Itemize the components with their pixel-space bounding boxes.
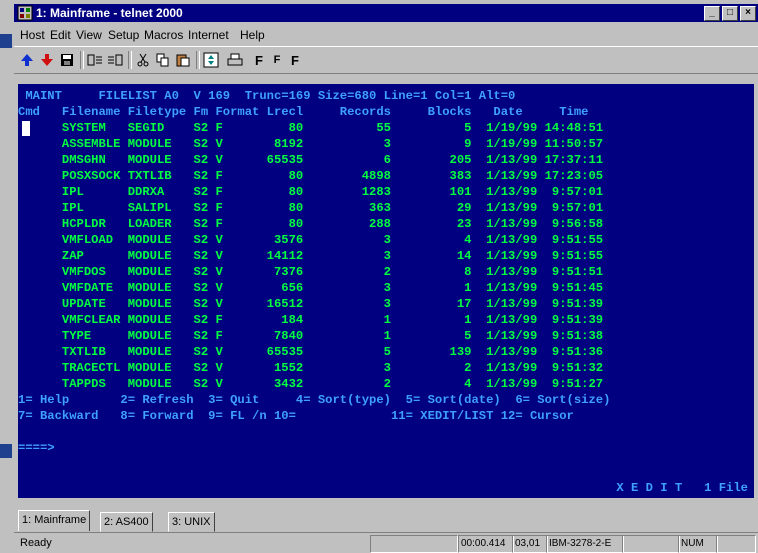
title-bar[interactable]: 1: Mainframe - telnet 2000 _ □ × [14,4,758,22]
menu-help[interactable]: Help [240,28,265,42]
command-line[interactable]: ====> [18,440,754,456]
copy-icon[interactable] [154,51,172,69]
print-icon[interactable] [226,51,244,69]
file-row[interactable]: IPL SALIPL S2 F 80 363 29 1/13/99 9:57:0… [18,200,754,216]
status-elapsed: 00:00.414 [458,535,514,553]
desktop-window-edge [0,34,12,48]
session-tabs: 1: Mainframe 2: AS400 3: UNIX [14,510,758,533]
desktop-edge [0,0,14,553]
telnet-window: 1: Mainframe - telnet 2000 _ □ × Host Ed… [14,0,758,553]
menu-edit[interactable]: Edit [50,28,71,42]
menu-view[interactable]: View [76,28,102,42]
status-extra [716,535,756,553]
file-row[interactable]: HCPLDR LOADER S2 F 80 288 23 1/13/99 9:5… [18,216,754,232]
menu-host[interactable]: Host [20,28,45,42]
minimize-button[interactable]: _ [704,6,720,21]
window-title: 1: Mainframe - telnet 2000 [36,6,183,20]
menu-bar: Host Edit View Setup Macros Internet Hel… [14,24,758,44]
file-row[interactable]: TXTLIB MODULE S2 V 65535 5 139 1/13/99 9… [18,344,754,360]
file-row[interactable]: TRACECTL MODULE S2 V 1552 3 2 1/13/99 9:… [18,360,754,376]
font-button-small[interactable]: F [286,51,304,69]
status-terminal-type: IBM-3278-2-E [546,535,624,553]
column-headers: Cmd Filename Filetype Fm Format Lrecl Re… [18,105,589,119]
file-row[interactable]: VMFLOAD MODULE S2 V 3576 3 4 1/13/99 9:5… [18,232,754,248]
app-icon [17,5,33,21]
paste-icon[interactable] [174,51,192,69]
tab-unix[interactable]: 3: UNIX [168,512,215,532]
arrow-down-icon[interactable] [38,51,56,69]
toolbar-separator [80,51,84,69]
font-button-medium[interactable]: F [268,51,286,69]
file-row[interactable]: SYSTEM SEGID S2 F 80 55 5 1/19/99 14:48:… [18,120,754,136]
pf-keys-line-2: 7= Backward 8= Forward 9= FL /n 10= 11= … [18,409,574,423]
status-bar: Ready 00:00.414 03,01 IBM-3278-2-E NUM [14,534,758,553]
status-ready: Ready [20,537,52,549]
arrow-up-icon[interactable] [18,51,36,69]
zoom-icon[interactable] [202,51,220,69]
file-row[interactable]: DMSGHN MODULE S2 V 65535 6 205 1/13/99 1… [18,152,754,168]
xedit-status: X E D I T 1 File [616,481,748,495]
receive-file-icon[interactable] [106,51,124,69]
file-row[interactable]: TAPPDS MODULE S2 V 3432 2 4 1/13/99 9:51… [18,376,754,392]
file-row[interactable]: ZAP MODULE S2 V 14112 3 14 1/13/99 9:51:… [18,248,754,264]
toolbar: F F F [14,46,758,74]
status-blank [622,535,680,553]
file-row[interactable]: TYPE MODULE S2 F 7840 1 5 1/13/99 9:51:3… [18,328,754,344]
filelist-header: MAINT FILELIST A0 V 169 Trunc=169 Size=6… [18,89,516,103]
file-row[interactable]: POSXSOCK TXTLIB S2 F 80 4898 383 1/13/99… [18,168,754,184]
font-button-large[interactable]: F [250,51,268,69]
status-num: NUM [678,535,718,553]
file-row[interactable]: UPDATE MODULE S2 V 16512 3 17 1/13/99 9:… [18,296,754,312]
maximize-button[interactable]: □ [722,6,738,21]
desktop-window-edge [0,444,12,458]
terminal-screen[interactable]: MAINT FILELIST A0 V 169 Trunc=169 Size=6… [18,84,754,498]
pf-keys-line-1: 1= Help 2= Refresh 3= Quit 4= Sort(type)… [18,393,611,407]
close-button[interactable]: × [740,6,756,21]
save-icon[interactable] [58,51,76,69]
tab-mainframe[interactable]: 1: Mainframe [18,510,91,531]
file-row[interactable]: IPL DDRXA S2 F 80 1283 101 1/13/99 9:57:… [18,184,754,200]
file-row[interactable]: ASSEMBLE MODULE S2 V 8192 3 9 1/19/99 11… [18,136,754,152]
tab-as400[interactable]: 2: AS400 [100,512,153,532]
toolbar-separator [196,51,200,69]
status-empty-pane [370,535,458,553]
cut-icon[interactable] [134,51,152,69]
send-file-icon[interactable] [86,51,104,69]
menu-internet[interactable]: Internet [188,28,229,42]
file-row[interactable]: VMFDATE MODULE S2 V 656 3 1 1/13/99 9:51… [18,280,754,296]
file-row[interactable]: VMFDOS MODULE S2 V 7376 2 8 1/13/99 9:51… [18,264,754,280]
menu-setup[interactable]: Setup [108,28,139,42]
file-row[interactable]: VMFCLEAR MODULE S2 F 184 1 1 1/13/99 9:5… [18,312,754,328]
toolbar-separator [128,51,132,69]
status-cursor-pos: 03,01 [512,535,548,553]
menu-macros[interactable]: Macros [144,28,183,42]
